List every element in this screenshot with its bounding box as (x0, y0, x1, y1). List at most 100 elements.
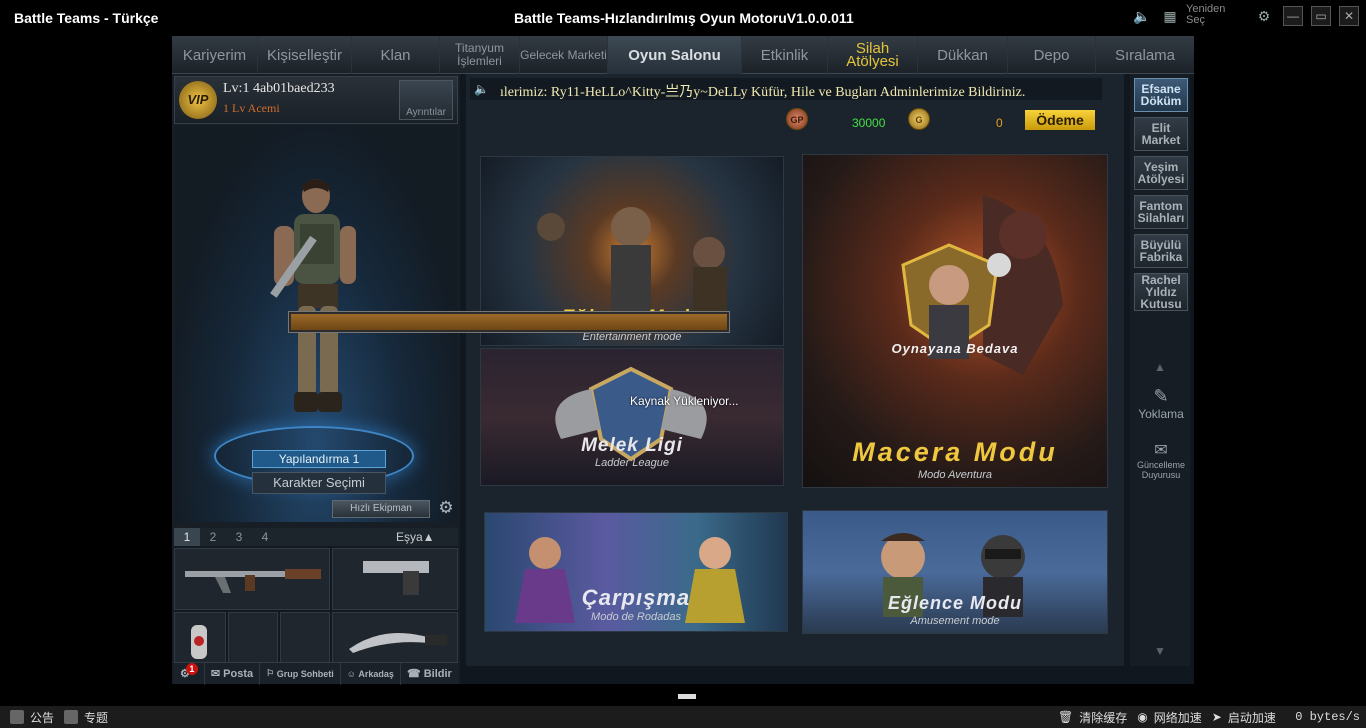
update-notice-button[interactable]: ✉ Güncelleme Duyurusu (1132, 440, 1190, 480)
network-accel-button[interactable]: ◉ 网络加速 (1137, 709, 1202, 726)
clash-mode-card[interactable]: Çarpışma Modo de Rodadas (484, 512, 788, 632)
phone-icon: ☎ (406, 668, 424, 680)
boot-accel-button[interactable]: ➤ 启动加速 (1212, 709, 1276, 726)
clash-mode-subtitle: Modo de Rodadas (591, 611, 681, 623)
tab-ranking[interactable]: Sıralama (1096, 36, 1194, 74)
adventure-mode-title: Macera Modu (852, 437, 1058, 467)
tab-shop[interactable]: Dükkan (918, 36, 1008, 74)
minimize-button[interactable]: — (1283, 6, 1303, 26)
quick-equip-button[interactable]: Hızlı Ekipman (332, 500, 430, 518)
list-icon (10, 710, 24, 724)
game-hall: 🔈 ılerimiz: Ry11-HeLLo^Kitty-亗乃y~DeLLy K… (466, 74, 1124, 666)
topic-button[interactable]: 专题 (64, 709, 108, 726)
tab-titanium[interactable]: Titanyum İşlemleri (440, 36, 520, 74)
tab-clan[interactable]: Klan (352, 36, 440, 74)
main-tab-bar: Kariyerim Kişiselleştir Klan Titanyum İş… (172, 36, 1194, 74)
restore-button[interactable]: ▭ (1311, 6, 1331, 26)
profile-card: VIP Lv:1 4ab01baed233 1 Lv Acemi Ayrıntı… (174, 76, 458, 124)
payment-button[interactable]: Ödeme (1025, 110, 1095, 130)
social-bar: ⚙ 1 ✉ Posta ⚐ Grup Sohbeti ☺ Arkadaş ☎ B… (174, 662, 458, 685)
gp-coin-icon: GP (786, 108, 808, 130)
attendance-label: Yoklama (1138, 407, 1184, 421)
scroll-up-icon[interactable]: ▲ (1154, 360, 1166, 374)
report-button[interactable]: ☎ Bildir (401, 663, 458, 685)
details-button[interactable]: Ayrıntılar (399, 80, 453, 120)
loadout-tab-1[interactable]: 1 (174, 528, 200, 546)
character-select-button[interactable]: Karakter Seçimi (252, 472, 386, 494)
amusement-mode-card[interactable]: Eğlence Modu Amusement mode (802, 510, 1108, 634)
ticker-text: ılerimiz: Ry11-HeLLo^Kitty-亗乃y~DeLLy Küf… (500, 85, 1026, 100)
notification-badge: 1 (185, 662, 198, 675)
send-icon: ➤ (1211, 710, 1222, 724)
sidebar-item-legend-forge[interactable]: Efsane Döküm (1134, 78, 1188, 112)
vip-badge: VIP (179, 81, 217, 119)
player-rank: 1 Lv Acemi (223, 101, 280, 115)
network-accel-label: 网络加速 (1153, 710, 1202, 725)
announcement-label: 公告 (30, 710, 55, 725)
ladder-league-subtitle: Ladder League (594, 457, 669, 469)
amusement-mode-subtitle: Amusement mode (910, 615, 1000, 627)
drag-handle[interactable] (678, 694, 696, 699)
loadout-tab-2[interactable]: 2 (200, 528, 226, 546)
soldier-character[interactable] (254, 166, 374, 446)
sidebar-item-rachel-star-box[interactable]: Rachel Yıldız Kutusu (1134, 273, 1188, 311)
ladder-league-title: Melek Ligi (581, 435, 683, 456)
tab-future-market[interactable]: Gelecek Marketi (520, 36, 608, 74)
knife-icon (349, 633, 447, 653)
tab-personalize[interactable]: Kişiselleştir (258, 36, 352, 74)
loading-text: Kaynak Yükleniyor... (630, 394, 739, 408)
friends-button[interactable]: ☺ Arkadaş (341, 662, 401, 685)
list-icon (64, 710, 79, 724)
speaker-icon[interactable]: 🔈 (1132, 6, 1152, 26)
amusement-mode-title: Eğlence Modu (887, 593, 1022, 613)
pistol-slot[interactable] (332, 548, 458, 610)
items-dropdown[interactable]: Eşya▲ (396, 528, 458, 546)
tab-events[interactable]: Etkinlik (742, 36, 828, 74)
game-window: Kariyerim Kişiselleştir Klan Titanyum İş… (172, 36, 1194, 685)
gear-icon[interactable]: ⚙ (436, 498, 456, 518)
adventure-mode-card[interactable]: Oynayana Bedava Macera Modu Modo Aventur… (802, 154, 1108, 488)
adventure-mode-subtitle: Modo Aventura (918, 469, 992, 481)
title-bar: Battle Teams - Türkçe Battle Teams-Hızla… (0, 0, 1366, 36)
ladder-league-card[interactable]: Melek Ligi Ladder League (480, 348, 784, 486)
loadout-tab-3[interactable]: 3 (226, 528, 252, 546)
loadout-tab-4[interactable]: 4 (252, 528, 278, 546)
sidebar-item-phantom-weapons[interactable]: Fantom Silahları (1134, 195, 1188, 229)
scroll-down-icon[interactable]: ▼ (1154, 644, 1166, 658)
mail-label: Posta (223, 667, 254, 680)
tab-storage[interactable]: Depo (1008, 36, 1096, 74)
close-button[interactable]: ✕ (1339, 6, 1359, 26)
settings-icon[interactable]: ⚙ (1254, 6, 1274, 26)
grenade-icon (191, 625, 207, 659)
clear-cache-button[interactable]: 🗑 清除缓存 (1058, 709, 1127, 726)
configuration-selector[interactable]: Yapılandırma 1 (252, 450, 386, 468)
mail-button[interactable]: ✉ Posta (205, 662, 261, 685)
loading-progress-bar (289, 312, 729, 332)
tab-game-hall[interactable]: Oyun Salonu (608, 36, 742, 74)
group-chat-button[interactable]: ⚐ Grup Sohbeti (260, 662, 341, 685)
right-sidebar: Efsane Döküm Elit Market Yeşim Atölyesi … (1130, 74, 1190, 666)
announcement-button[interactable]: 公告 (10, 709, 54, 726)
boot-accel-label: 启动加速 (1227, 710, 1276, 725)
sidebar-item-jade-workshop[interactable]: Yeşim Atölyesi (1134, 156, 1188, 190)
pistol-icon (363, 561, 429, 595)
group-chat-label: Grup Sohbeti (276, 668, 334, 679)
transfer-speed: 0 bytes/s (1295, 710, 1360, 724)
sidebar-item-magic-factory[interactable]: Büyülü Fabrika (1134, 234, 1188, 268)
reselect-button[interactable]: Yeniden Seç (1186, 4, 1246, 26)
primary-weapon-slot[interactable] (174, 548, 330, 610)
tab-career[interactable]: Kariyerim (172, 36, 258, 74)
settings-button[interactable]: ⚙ 1 (174, 662, 205, 685)
app-title: Battle Teams - Türkçe (14, 10, 159, 26)
player-name: Lv:1 4ab01baed233 (223, 81, 335, 96)
window-title: Battle Teams-Hızlandırılmış Oyun MotoruV… (514, 10, 854, 26)
mail-icon: ✉ (210, 668, 224, 680)
sidebar-item-elite-market[interactable]: Elit Market (1134, 117, 1188, 151)
free-to-play-banner: Oynayana Bedava (891, 341, 1019, 356)
attendance-button[interactable]: ✎ Yoklama (1132, 386, 1190, 421)
tab-weapon-workshop[interactable]: Silah Atölyesi (828, 36, 918, 74)
trash-icon: 🗑 (1058, 710, 1074, 724)
game-launcher: Battle Teams - Türkçe Battle Teams-Hızla… (0, 0, 1366, 728)
grid-icon[interactable]: ▦ (1160, 6, 1180, 26)
clash-mode-title: Çarpışma (581, 585, 691, 610)
